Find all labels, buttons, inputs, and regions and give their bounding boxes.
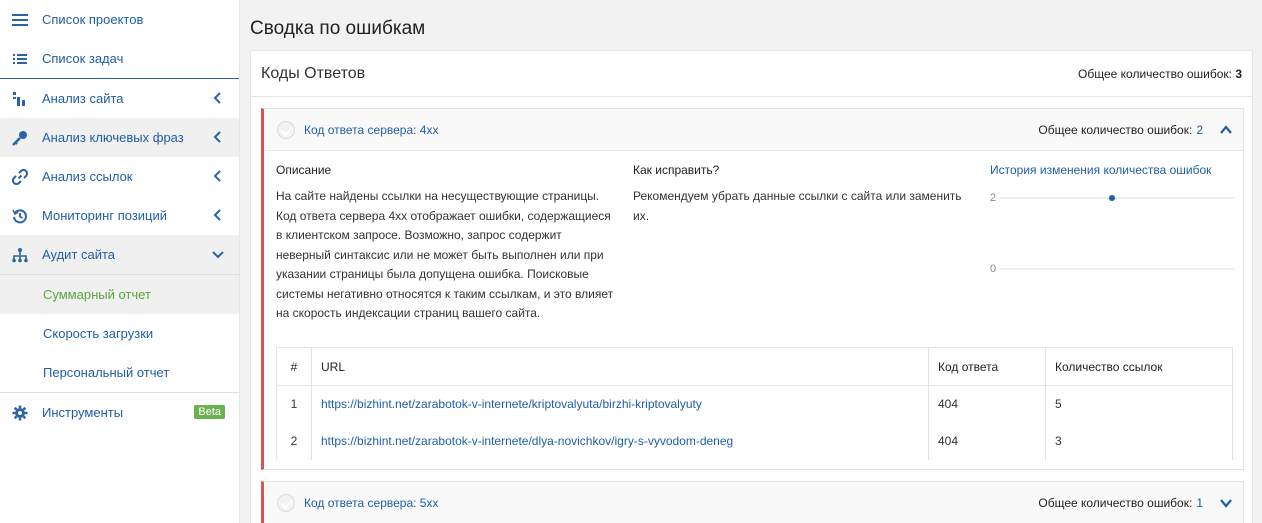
page-title: Сводка по ошибкам (250, 18, 426, 39)
table-row: 1 https://bizhint.net/zarabotok-v-intern… (276, 385, 1233, 423)
history-data-point (1109, 195, 1115, 201)
sidebar-item-label: Аудит сайта (42, 247, 116, 262)
sidebar-subitem-personal-report[interactable]: Персональный отчет (0, 353, 239, 392)
row-url-link[interactable]: https://bizhint.net/zarabotok-v-internet… (321, 397, 702, 411)
col-response-code: Код ответа (928, 347, 1046, 386)
gear-icon (12, 405, 28, 421)
sidebar-item-links[interactable]: Анализ ссылок (0, 157, 239, 196)
card-total-errors: Общее количество ошибок: 3 (1078, 67, 1242, 81)
description-text: На сайте найдены ссылки на несуществующи… (276, 189, 614, 320)
row-url-link[interactable]: https://bizhint.net/zarabotok-v-internet… (321, 434, 733, 448)
total-errors-value: 1 (1196, 496, 1203, 510)
sidebar-item-label: Список задач (42, 51, 124, 66)
row-link-count: 5 (1045, 385, 1233, 423)
sidebar: Список проектов Список задач Анализ сайт… (0, 0, 240, 523)
chevron-left-icon (213, 92, 221, 104)
errors-table: # URL Код ответа Количество ссылок 1 htt… (276, 347, 1233, 460)
sidebar-item-tools[interactable]: Инструменты Beta (0, 393, 239, 432)
chevron-down-icon[interactable] (1219, 496, 1233, 510)
y-tick-label: 2 (990, 192, 996, 204)
sidebar-item-site-audit[interactable]: Аудит сайта (0, 235, 239, 274)
chevron-up-icon[interactable] (1219, 123, 1233, 137)
row-url-cell: https://bizhint.net/zarabotok-v-internet… (311, 385, 929, 423)
sitemap-icon (12, 247, 28, 263)
row-number: 2 (276, 422, 312, 460)
sidebar-item-label: Инструменты (42, 405, 124, 420)
table-row: 2 https://bizhint.net/zarabotok-v-intern… (276, 422, 1233, 460)
total-errors-label: Общее количество ошибок: (1038, 123, 1193, 137)
chevron-left-icon (213, 170, 221, 182)
site-analysis-icon (12, 91, 28, 107)
panel-5xx: Код ответа сервера: 5xx Общее количество… (261, 481, 1244, 523)
link-icon (12, 168, 28, 185)
sidebar-item-label: Список проектов (42, 12, 144, 27)
panel-4xx: Код ответа сервера: 4xx Общее количество… (261, 108, 1244, 470)
list-icon (12, 51, 28, 67)
row-number: 1 (276, 385, 312, 423)
panel-4xx-header[interactable]: Код ответа сервера: 4xx Общее количество… (264, 109, 1243, 151)
row-response-code: 404 (928, 385, 1046, 423)
card-header: Коды Ответов Общее количество ошибок: 3 (251, 51, 1252, 97)
history-title[interactable]: История изменения количества ошибок (990, 163, 1235, 177)
menu-icon (12, 12, 28, 28)
sidebar-item-keywords[interactable]: Анализ ключевых фраз (0, 118, 239, 157)
panel-5xx-total: Общее количество ошибок: 1 (1038, 496, 1203, 510)
col-number: # (276, 347, 312, 386)
chevron-left-icon (213, 209, 221, 221)
y-tick-label: 0 (990, 263, 996, 273)
total-errors-label: Общее количество ошибок: (1038, 496, 1193, 510)
fix-heading: Как исправить? (633, 163, 720, 177)
sidebar-subitem-load-speed[interactable]: Скорость загрузки (0, 314, 239, 353)
panel-5xx-title[interactable]: Код ответа сервера: 5xx (304, 496, 438, 510)
chevron-down-icon (212, 251, 224, 259)
sidebar-item-site-analysis[interactable]: Анализ сайта (0, 79, 239, 118)
row-url-cell: https://bizhint.net/zarabotok-v-internet… (311, 422, 929, 460)
check-icon[interactable] (277, 121, 295, 139)
panel-5xx-header[interactable]: Код ответа сервера: 5xx Общее количество… (264, 482, 1243, 523)
col-link-count: Количество ссылок (1045, 347, 1233, 386)
sidebar-item-position-monitoring[interactable]: Мониторинг позиций (0, 196, 239, 235)
fix-text: Рекомендуем убрать данные ссылки с сайта… (633, 189, 962, 223)
sidebar-subitem-summary-report[interactable]: Суммарный отчет (0, 275, 239, 314)
history-chart: История изменения количества ошибок 2 0 (990, 163, 1235, 273)
total-errors-value: 3 (1235, 67, 1242, 81)
chevron-left-icon (213, 131, 221, 143)
panel-4xx-total: Общее количество ошибок: 2 (1038, 123, 1203, 137)
sidebar-item-label: Анализ ссылок (42, 169, 133, 184)
sidebar-item-label: Анализ сайта (42, 91, 124, 106)
main-content: Сводка по ошибкам Коды Ответов Общее кол… (241, 0, 1262, 523)
response-codes-card: Коды Ответов Общее количество ошибок: 3 … (250, 50, 1253, 523)
col-url: URL (311, 347, 929, 386)
sidebar-item-label: Мониторинг позиций (42, 208, 168, 223)
fix-block: Как исправить? Рекомендуем убрать данные… (633, 163, 978, 226)
key-icon (12, 130, 28, 146)
sidebar-item-tasks[interactable]: Список задач (0, 39, 239, 78)
row-link-count: 3 (1045, 422, 1233, 460)
total-errors-value: 2 (1196, 123, 1203, 137)
total-errors-label: Общее количество ошибок: (1078, 67, 1232, 81)
history-icon (12, 208, 28, 224)
sidebar-item-label: Анализ ключевых фраз (42, 130, 184, 145)
table-header-row: # URL Код ответа Количество ссылок (276, 347, 1233, 386)
description-block: Описание На сайте найдены ссылки на несу… (276, 163, 616, 324)
description-heading: Описание (276, 163, 332, 177)
card-title: Коды Ответов (261, 65, 366, 82)
row-response-code: 404 (928, 422, 1046, 460)
check-icon[interactable] (277, 494, 295, 512)
panel-4xx-title[interactable]: Код ответа сервера: 4xx (304, 123, 438, 137)
sidebar-item-projects[interactable]: Список проектов (0, 0, 239, 39)
beta-badge: Beta (194, 405, 225, 419)
history-plot: 2 0 (990, 192, 1234, 273)
